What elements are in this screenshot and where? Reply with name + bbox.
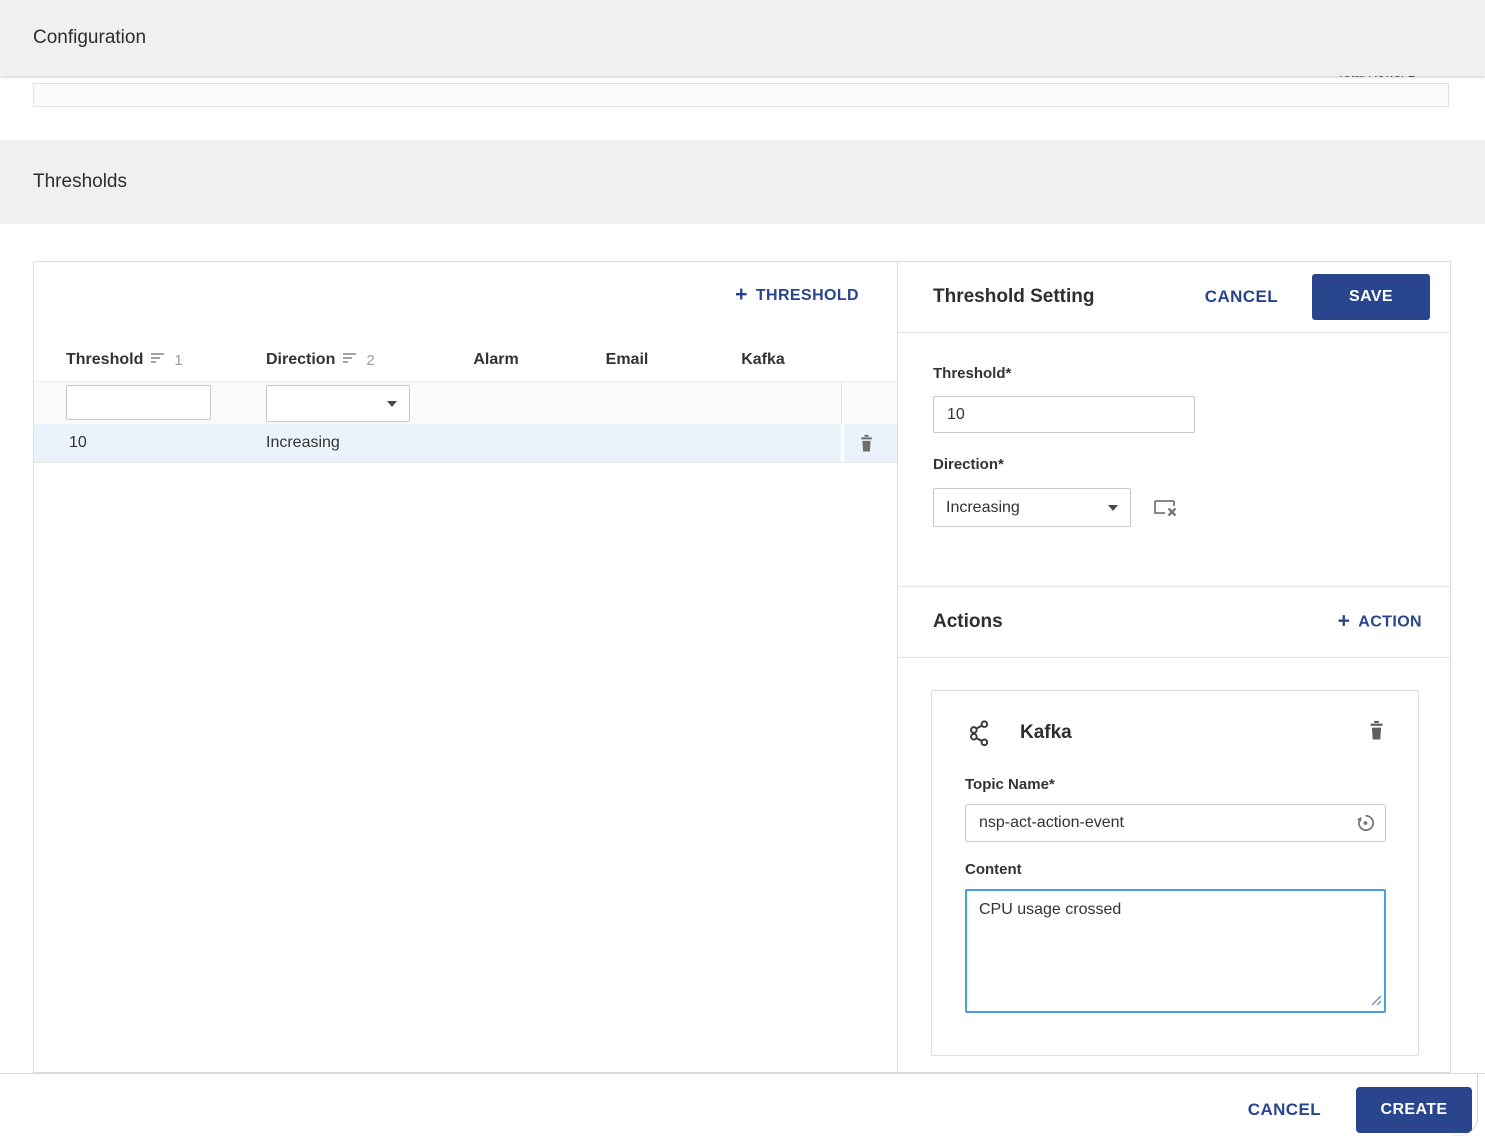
dialog-rounded-corner [1453,1073,1478,1136]
resize-handle[interactable] [1370,994,1382,1006]
topic-name-input[interactable] [965,804,1386,842]
thresholds-panel: + THRESHOLD Threshold 1 Direction 2 Alar… [33,261,1451,1073]
reset-icon [1354,815,1377,838]
column-header-kafka[interactable]: Kafka [734,351,792,369]
threshold-table-row[interactable]: 10 Increasing [34,424,897,463]
column-header-threshold[interactable]: Threshold 1 [66,351,183,369]
column-header-direction[interactable]: Direction 2 [266,351,375,369]
threshold-setting-save-button[interactable]: SAVE [1312,274,1430,320]
table-header-row: Threshold 1 Direction 2 Alarm Email Kafk… [34,339,897,381]
plus-icon: + [735,283,748,306]
threshold-field-label: Threshold* [933,365,1012,382]
add-threshold-label: THRESHOLD [755,286,859,304]
topic-name-field [965,804,1386,842]
chevron-down-icon [387,400,397,407]
content-label: Content [965,861,1022,878]
content-textarea[interactable]: CPU usage crossed [965,889,1386,1013]
row-direction-value: Increasing [266,434,340,451]
reset-topic-button[interactable] [1354,812,1377,835]
kafka-icon [965,719,993,752]
configuration-header-bar: Configuration [0,0,1485,76]
threshold-setting-header: Threshold Setting CANCEL SAVE [898,262,1450,333]
threshold-setting-title: Threshold Setting [933,286,1095,307]
configuration-title: Configuration [33,27,147,48]
trash-icon [858,434,875,456]
threshold-setting-panel: Threshold Setting CANCEL SAVE Threshold*… [897,262,1450,1072]
clear-selection-icon [1152,500,1180,522]
clipped-total-rows-text: Total Rows: 1 [1337,76,1449,82]
footer-cancel-button[interactable]: CANCEL [1248,1100,1321,1120]
delete-kafka-action-button[interactable] [1367,719,1386,741]
kafka-action-card: Kafka Topic Name* nsp-act-action-event C… [931,690,1419,1056]
add-action-label: ACTION [1358,613,1422,630]
chevron-down-icon [1108,504,1118,511]
column-divider [841,424,844,462]
column-header-email[interactable]: Email [598,351,656,369]
threshold-value-input[interactable] [933,396,1195,433]
trash-icon [1367,720,1386,744]
scrolled-panel-remnant [33,83,1449,107]
kafka-card-title: Kafka [1020,722,1072,743]
plus-icon: + [1337,609,1351,633]
delete-threshold-button[interactable] [858,433,875,453]
thresholds-section-bar: Thresholds [0,140,1485,224]
sort-order-badge: 1 [174,351,183,369]
add-action-button[interactable]: + ACTION [1337,609,1422,633]
threshold-filter-input[interactable] [66,385,211,420]
direction-select[interactable]: Increasing [933,488,1131,527]
dialog-footer: CANCEL CREATE [0,1073,1485,1146]
threshold-configuration-screen: Configuration Total Rows: 1 Thresholds +… [0,0,1485,1146]
thresholds-section-title: Thresholds [33,171,127,192]
actions-title: Actions [933,611,1003,632]
table-filter-row [34,381,897,425]
threshold-setting-cancel-button[interactable]: CANCEL [1205,287,1278,307]
sort-order-badge: 2 [366,351,375,369]
sort-icon [343,351,358,369]
clear-direction-selection-button[interactable] [1152,497,1180,519]
topic-name-label: Topic Name* [965,776,1055,793]
add-threshold-button[interactable]: + THRESHOLD [735,283,859,306]
sort-icon [151,351,166,369]
row-threshold-value: 10 [69,434,87,451]
column-header-alarm[interactable]: Alarm [467,351,525,369]
actions-section-header: Actions + ACTION [898,587,1450,658]
column-divider [841,382,842,425]
direction-field-label: Direction* [933,456,1004,473]
direction-filter-select[interactable] [266,385,410,422]
thresholds-table: + THRESHOLD Threshold 1 Direction 2 Alar… [34,262,897,1072]
